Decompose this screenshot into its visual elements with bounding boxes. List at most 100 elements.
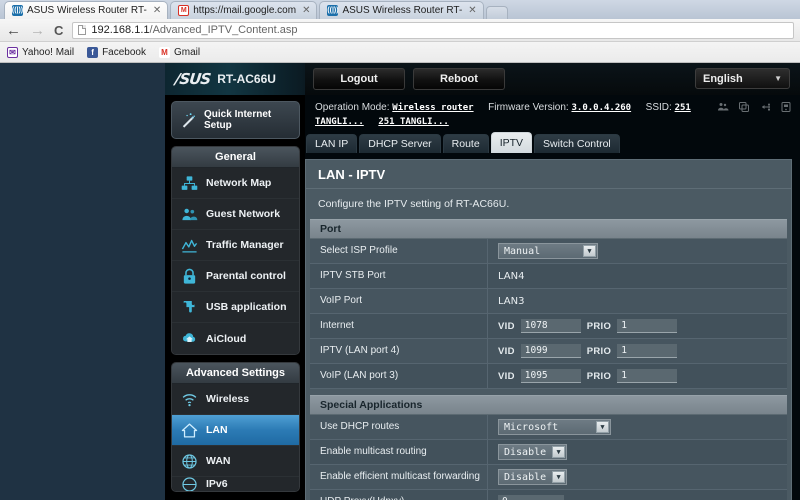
sidebar-item-traffic-manager[interactable]: Traffic Manager (172, 230, 299, 261)
sidebar-item-wan[interactable]: WAN (172, 446, 299, 477)
browser-tab-strip: ((|)) ASUS Wireless Router RT- ✕ M https… (0, 0, 800, 19)
isp-profile-select[interactable]: Manual ▼ (498, 243, 598, 259)
facebook-icon: f (87, 46, 99, 58)
guest-network-icon[interactable] (717, 101, 729, 113)
reboot-button[interactable]: Reboot (413, 68, 505, 90)
close-icon[interactable]: ✕ (300, 5, 310, 16)
voip-port-value: LAN3 (498, 295, 525, 307)
section-heading-port: Port (310, 219, 787, 239)
router-admin-ui: /SUS RT-AC66U Logout Reboot English ▼ Qu… (165, 63, 800, 500)
sidebar-item-label: WAN (206, 455, 231, 467)
sidebar-group-heading: General (172, 147, 299, 168)
url-host: 192.168.1.1 (91, 24, 150, 36)
router-content: Operation Mode: Wireless router Firmware… (305, 95, 800, 500)
voip-vid-input[interactable]: 1095 (520, 369, 581, 383)
efficient-multicast-forwarding-select[interactable]: Disable ▼ (498, 469, 568, 485)
language-selector[interactable]: English ▼ (695, 68, 790, 89)
sidebar-item-lan[interactable]: LAN (172, 415, 299, 446)
sidebar-item-label: IPv6 (206, 478, 228, 490)
clone-icon[interactable] (738, 101, 750, 113)
back-icon[interactable]: ← (6, 23, 21, 38)
settings-panel: LAN - IPTV Configure the IPTV setting of… (305, 159, 792, 500)
ssid-secondary-b[interactable]: 251 TANGLI... (378, 117, 448, 127)
row-label: Enable multicast routing (310, 440, 488, 464)
multicast-routing-select[interactable]: Disable ▼ (498, 444, 568, 460)
page-icon (78, 25, 87, 35)
logout-button[interactable]: Logout (313, 68, 405, 90)
bookmark-label: Yahoo! Mail (22, 46, 75, 58)
sidebar-item-guest-network[interactable]: Guest Network (172, 199, 299, 230)
browser-tab-title: ASUS Wireless Router RT- (342, 5, 463, 16)
sidebar-item-wireless[interactable]: Wireless (172, 384, 299, 415)
browser-tab-1[interactable]: M https://mail.google.com ✕ (170, 1, 318, 19)
sidebar-item-quick-internet-setup[interactable]: Quick Internet Setup (171, 101, 300, 139)
router-info-line-2: TANGLI... 251 TANGLI... (315, 115, 790, 129)
iptv-vid-input[interactable]: 1099 (520, 344, 581, 358)
reload-icon[interactable]: C (54, 24, 63, 37)
dhcp-routes-select[interactable]: Microsoft ▼ (498, 419, 611, 435)
bookmarks-bar: ✉ Yahoo! Mail f Facebook M Gmail (0, 42, 800, 63)
internet-prio-input[interactable]: 1 (617, 319, 678, 333)
quick-setup-line1: Quick Internet (204, 108, 272, 120)
row-field: 0 (488, 495, 787, 500)
internet-vid-input[interactable]: 1078 (520, 319, 581, 333)
bookmark-facebook[interactable]: f Facebook (87, 46, 146, 58)
chevron-down-icon: ▼ (552, 471, 566, 483)
sidebar-item-ipv6[interactable]: IPv6 (172, 477, 299, 491)
lan-icon (181, 422, 198, 438)
bookmark-yahoo-mail[interactable]: ✉ Yahoo! Mail (7, 46, 75, 58)
quick-setup-line2: Setup (204, 120, 232, 131)
row-label: Internet (310, 314, 488, 338)
sidebar-item-label: Traffic Manager (206, 239, 284, 251)
browser-window: ((|)) ASUS Wireless Router RT- ✕ M https… (0, 0, 800, 500)
tab-lan-ip[interactable]: LAN IP (306, 134, 358, 153)
ssid-value[interactable]: 251 (675, 103, 691, 113)
row-label: VoIP Port (310, 289, 488, 313)
forward-icon[interactable]: → (30, 23, 45, 38)
operation-mode-value[interactable]: Wireless router (392, 103, 473, 113)
sidebar-item-parental-control[interactable]: Parental control (172, 261, 299, 292)
vid-label: VID (498, 370, 515, 382)
sidebar-item-network-map[interactable]: Network Map (172, 168, 299, 199)
voip-prio-input[interactable]: 1 (617, 369, 678, 383)
row-voip-lan3-vlan: VoIP (LAN port 3) VID 1095 PRIO 1 (310, 364, 787, 389)
router-header: /SUS RT-AC66U Logout Reboot English ▼ (165, 63, 800, 95)
row-iptv-stb-port: IPTV STB Port LAN4 (310, 264, 787, 289)
tab-route[interactable]: Route (442, 134, 489, 153)
printer-icon[interactable] (780, 101, 792, 113)
content-tab-bar: LAN IP DHCP Server Route IPTV Switch Con… (305, 131, 800, 153)
chevron-down-icon: ▼ (583, 245, 596, 257)
usb-icon[interactable] (759, 101, 771, 113)
prio-label: PRIO (586, 370, 612, 382)
bookmark-gmail[interactable]: M Gmail (159, 46, 201, 58)
close-icon[interactable]: ✕ (466, 5, 476, 16)
prio-label: PRIO (586, 345, 612, 357)
tab-dhcp-server[interactable]: DHCP Server (359, 134, 441, 153)
router-status-icons (717, 101, 792, 113)
tab-switch-control[interactable]: Switch Control (534, 134, 620, 153)
browser-tab-0[interactable]: ((|)) ASUS Wireless Router RT- ✕ (4, 1, 169, 19)
yahoo-mail-icon: ✉ (7, 46, 18, 58)
asus-icon: ((|)) (327, 5, 339, 16)
row-label: UDP Proxy(Udpxy) (310, 490, 488, 500)
address-bar[interactable]: 192.168.1.1/Advanced_IPTV_Content.asp (72, 21, 794, 39)
bookmark-label: Gmail (174, 46, 201, 58)
iptv-prio-input[interactable]: 1 (617, 344, 678, 358)
section-rows-special-applications: Use DHCP routes Microsoft ▼ Enable multi… (310, 415, 787, 500)
browser-tab-2[interactable]: ((|)) ASUS Wireless Router RT- ✕ (319, 1, 484, 19)
new-tab-button[interactable] (485, 6, 508, 19)
ssid-secondary-a[interactable]: TANGLI... (315, 117, 364, 127)
asus-icon: ((|)) (11, 5, 24, 16)
chevron-down-icon: ▼ (596, 421, 609, 433)
page-description: Configure the IPTV setting of RT-AC66U. (306, 189, 791, 219)
close-icon[interactable]: ✕ (151, 5, 161, 16)
sidebar-group-heading: Advanced Settings (172, 363, 299, 384)
row-field: Disable ▼ (488, 444, 787, 460)
sidebar-item-aicloud[interactable]: AiCloud (172, 323, 299, 354)
udp-proxy-input[interactable]: 0 (498, 495, 564, 500)
firmware-value[interactable]: 3.0.0.4.260 (571, 103, 631, 113)
sidebar-item-usb-application[interactable]: USB application (172, 292, 299, 323)
address-bar-text: 192.168.1.1/Advanced_IPTV_Content.asp (91, 24, 297, 36)
tab-iptv[interactable]: IPTV (490, 132, 533, 153)
firmware-label: Firmware Version: (488, 102, 569, 113)
